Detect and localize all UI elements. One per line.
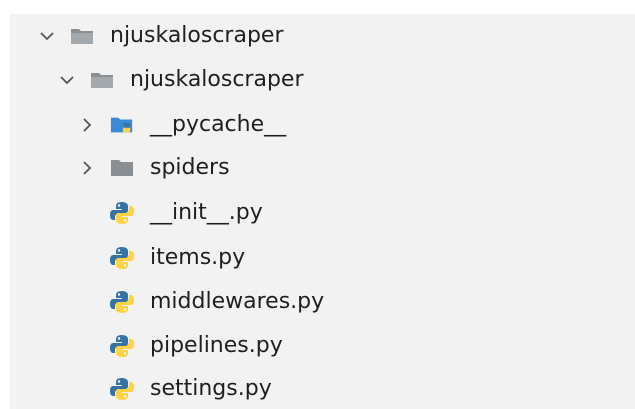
folder-icon — [110, 156, 134, 180]
tree-item-label: spiders — [150, 155, 230, 180]
tree-item-label: pipelines.py — [150, 333, 283, 358]
chevron-right-icon[interactable] — [78, 116, 96, 134]
python-file-icon — [110, 377, 134, 401]
chevron-right-icon[interactable] — [78, 159, 96, 177]
tree-item-spiders[interactable]: spiders — [78, 148, 230, 188]
folder-open-icon — [70, 24, 94, 48]
python-folder-icon — [110, 113, 134, 137]
chevron-down-icon[interactable] — [58, 71, 76, 89]
tree-item-label: njuskaloscraper — [110, 23, 284, 48]
tree-item-pycache[interactable]: __pycache__ — [78, 105, 286, 145]
tree-item-middlewares-py[interactable]: middlewares.py — [110, 282, 324, 322]
tree-item-label: middlewares.py — [150, 289, 325, 314]
tree-item-njuskaloscraper-root[interactable]: njuskaloscraper — [38, 16, 284, 56]
python-file-icon — [110, 246, 134, 270]
chevron-down-icon[interactable] — [38, 27, 56, 45]
python-file-icon — [110, 201, 134, 225]
tree-item-label: njuskaloscraper — [130, 67, 304, 92]
folder-open-icon — [90, 68, 114, 92]
python-file-icon — [110, 334, 134, 358]
project-tree-panel: njuskaloscraper njuskaloscraper __pycach… — [10, 14, 635, 409]
tree-item-settings-py[interactable]: settings.py — [110, 369, 272, 409]
python-file-icon — [110, 290, 134, 314]
tree-item-label: settings.py — [150, 376, 272, 401]
tree-item-njuskaloscraper-package[interactable]: njuskaloscraper — [58, 60, 304, 100]
tree-item-init-py[interactable]: __init__.py — [110, 193, 263, 233]
tree-item-label: items.py — [150, 245, 246, 270]
tree-item-items-py[interactable]: items.py — [110, 238, 245, 278]
tree-item-pipelines-py[interactable]: pipelines.py — [110, 326, 283, 366]
tree-item-label: __init__.py — [150, 200, 263, 225]
tree-item-label: __pycache__ — [150, 112, 287, 137]
